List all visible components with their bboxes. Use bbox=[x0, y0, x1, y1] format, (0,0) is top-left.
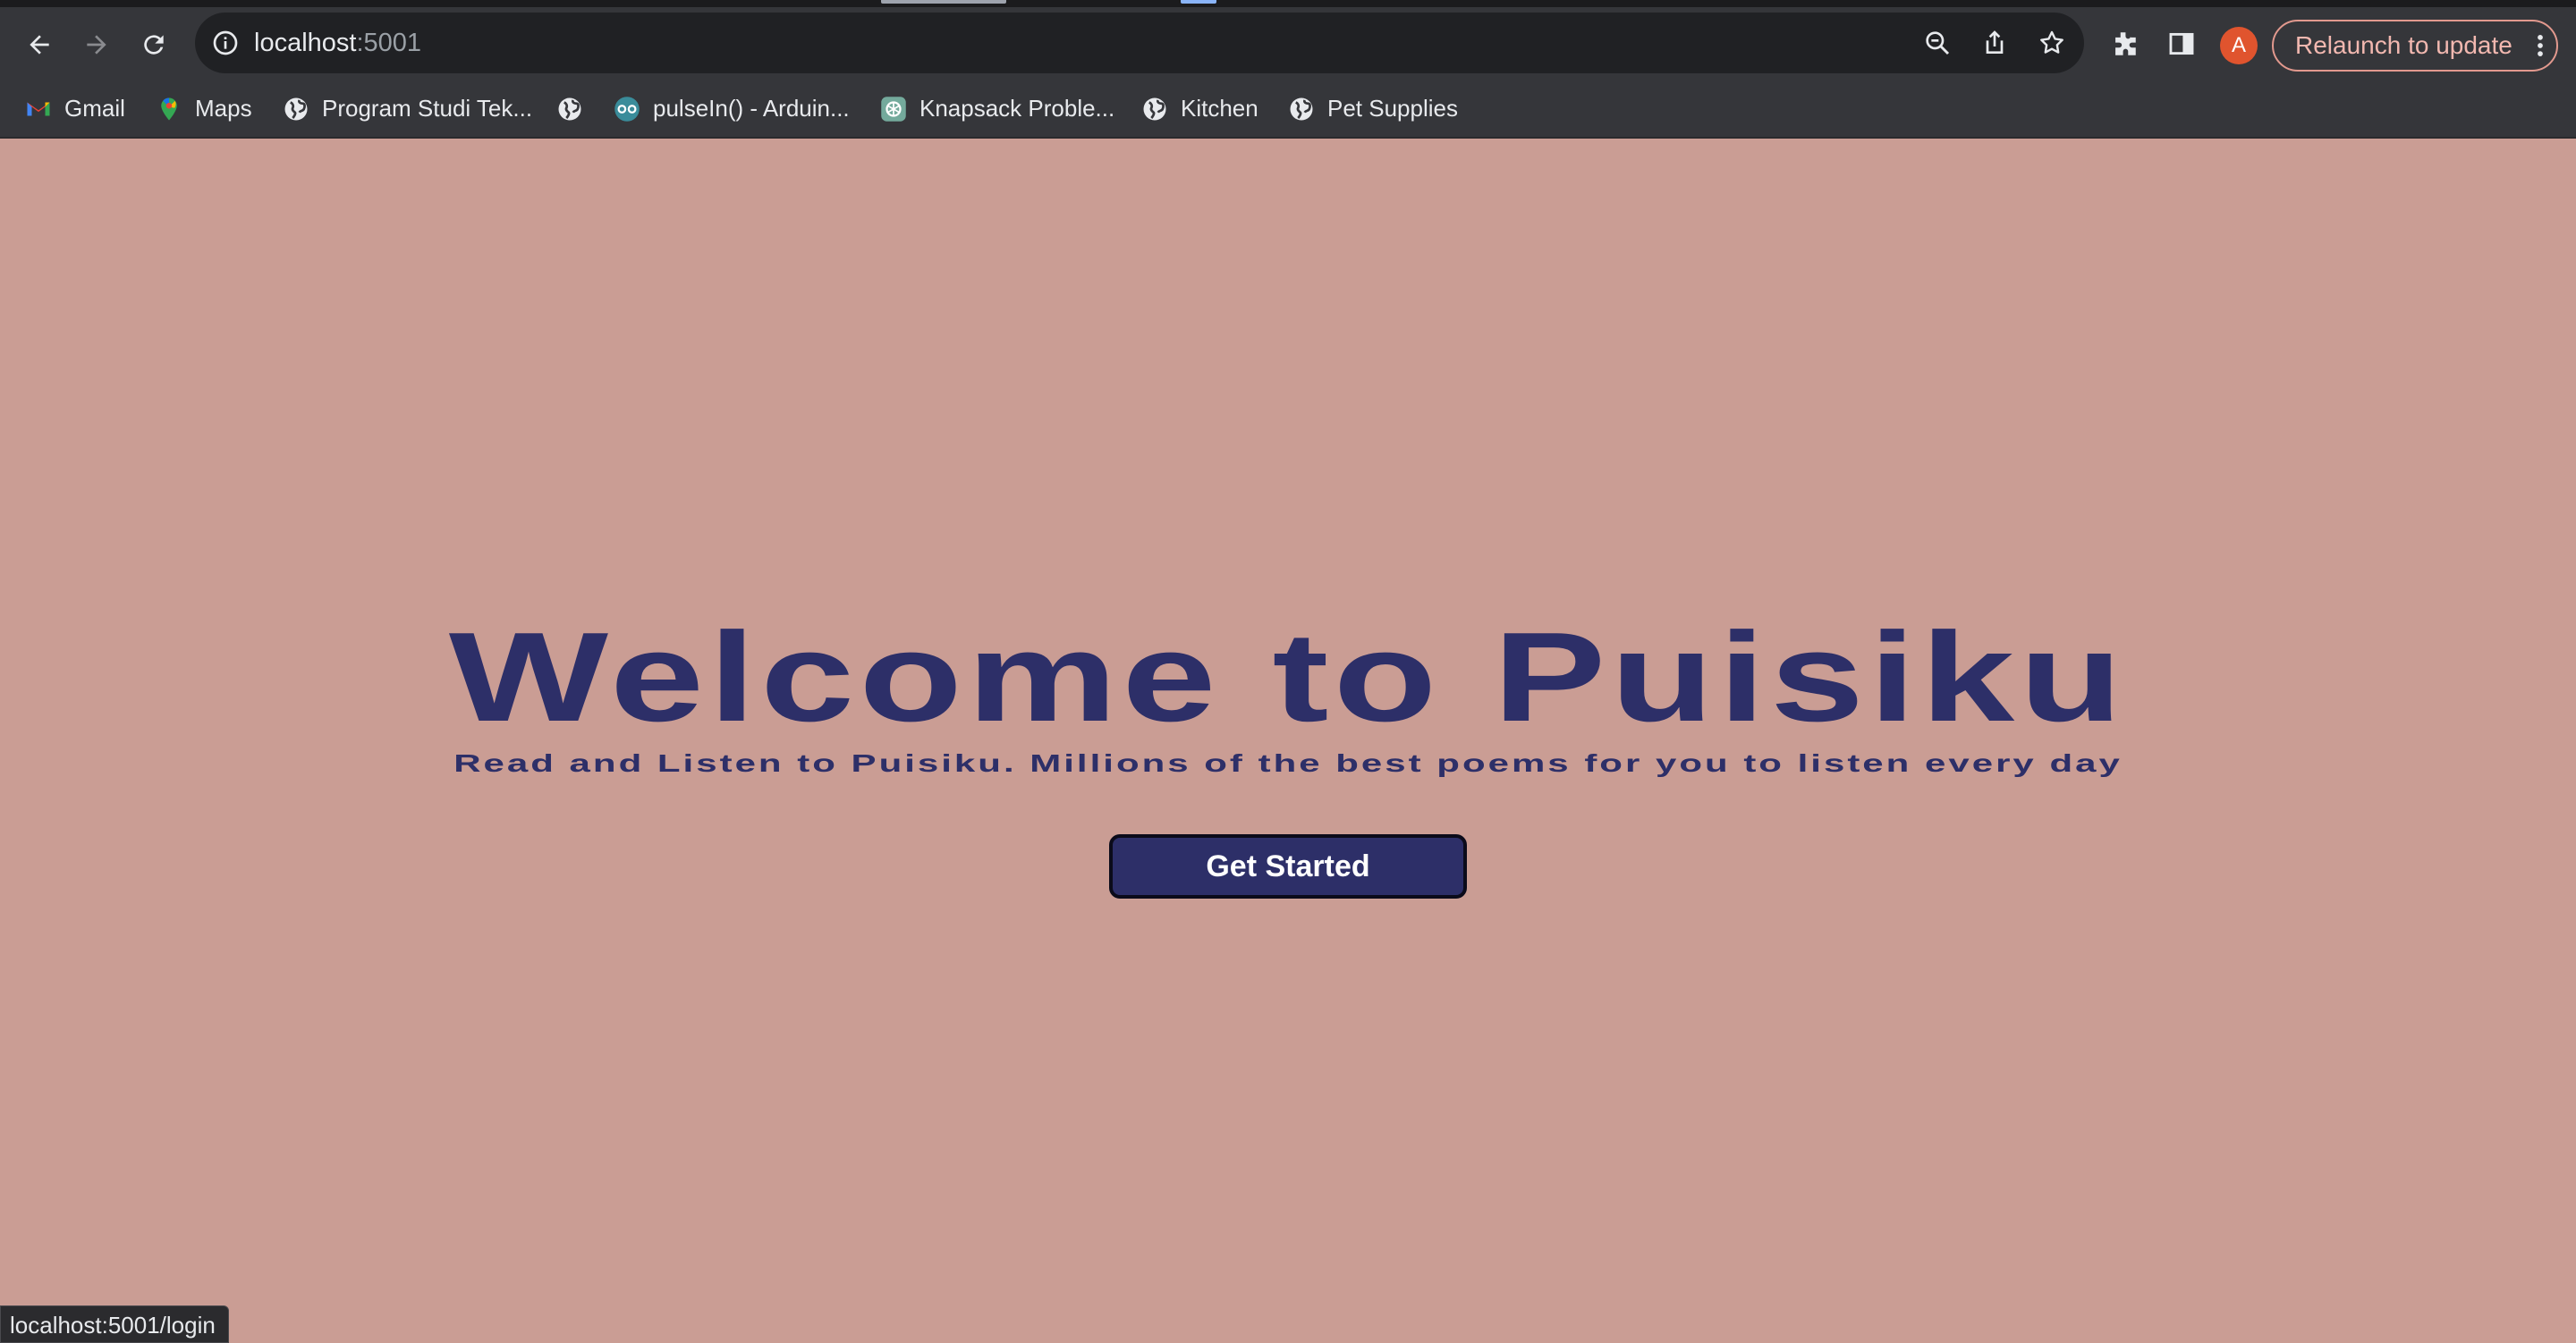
globe-icon bbox=[283, 96, 309, 122]
reload-button[interactable] bbox=[132, 23, 175, 66]
bookmark-kitchen[interactable]: Kitchen bbox=[1141, 79, 1258, 139]
arrow-right-icon bbox=[87, 35, 106, 55]
bookmark-label: pulseIn() - Arduin... bbox=[653, 95, 850, 122]
page-subtitle: Read and Listen to Puisiku. Millions of … bbox=[453, 749, 2123, 777]
bookmark-knapsack[interactable]: Knapsack Proble... bbox=[880, 79, 1114, 139]
profile-avatar[interactable]: A bbox=[2220, 27, 2258, 64]
bookmark-label: Kitchen bbox=[1181, 95, 1258, 122]
more-menu-icon[interactable] bbox=[2537, 34, 2544, 57]
address-bar[interactable]: localhost:5001 bbox=[195, 13, 2084, 73]
active-tab-indicator bbox=[881, 0, 1006, 4]
bookmark-pulsein-arduino[interactable]: pulseIn() - Arduin... bbox=[614, 79, 850, 139]
bookmarks-bar: Gmail Maps Program Studi Tek... pulseIn(… bbox=[0, 79, 2576, 139]
arrow-left-icon bbox=[30, 35, 49, 55]
extensions-puzzle-icon[interactable] bbox=[2109, 29, 2140, 59]
bookmark-label: Knapsack Proble... bbox=[919, 95, 1115, 122]
bookmark-label: Pet Supplies bbox=[1327, 95, 1458, 122]
tab-indicator bbox=[1181, 0, 1216, 4]
maps-icon bbox=[156, 96, 182, 122]
relaunch-label: Relaunch to update bbox=[2295, 31, 2512, 59]
url-text[interactable]: localhost:5001 bbox=[254, 13, 421, 73]
url-host: localhost bbox=[254, 29, 357, 57]
bookmark-gmail[interactable]: Gmail bbox=[25, 79, 125, 139]
browser-toolbar: localhost:5001 A Relaunch to update bbox=[0, 7, 2576, 79]
relaunch-button[interactable]: Relaunch to update bbox=[2272, 20, 2558, 72]
status-bar-url: localhost:5001/login bbox=[0, 1305, 229, 1343]
chatgpt-icon bbox=[880, 96, 907, 122]
zoom-icon[interactable] bbox=[1923, 29, 1952, 57]
side-panel-icon[interactable] bbox=[2166, 29, 2197, 59]
globe-icon bbox=[556, 96, 583, 122]
site-info-icon[interactable] bbox=[211, 29, 240, 57]
globe-icon bbox=[1141, 96, 1168, 122]
arduino-icon bbox=[614, 96, 640, 122]
page-title: Welcome to Puisiku bbox=[448, 606, 2128, 748]
tab-strip bbox=[0, 0, 2576, 7]
back-button[interactable] bbox=[18, 23, 61, 66]
bookmark-label: Maps bbox=[195, 95, 252, 122]
bookmark-program-studi[interactable]: Program Studi Tek... bbox=[283, 79, 532, 139]
bookmark-globe[interactable] bbox=[556, 79, 596, 139]
forward-button[interactable] bbox=[75, 23, 118, 66]
url-port: :5001 bbox=[356, 29, 422, 57]
gmail-icon bbox=[25, 96, 52, 122]
bookmark-label: Program Studi Tek... bbox=[322, 95, 533, 122]
bookmark-pet-supplies[interactable]: Pet Supplies bbox=[1288, 79, 1458, 139]
share-icon[interactable] bbox=[1980, 29, 2009, 57]
get-started-button[interactable]: Get Started bbox=[1109, 834, 1467, 899]
globe-icon bbox=[1288, 96, 1315, 122]
landing-hero: Welcome to Puisiku Read and Listen to Pu… bbox=[0, 140, 2576, 1343]
bookmark-star-icon[interactable] bbox=[2038, 29, 2066, 57]
reload-icon bbox=[144, 35, 164, 55]
bookmark-label: Gmail bbox=[64, 95, 125, 122]
bookmark-maps[interactable]: Maps bbox=[156, 79, 252, 139]
